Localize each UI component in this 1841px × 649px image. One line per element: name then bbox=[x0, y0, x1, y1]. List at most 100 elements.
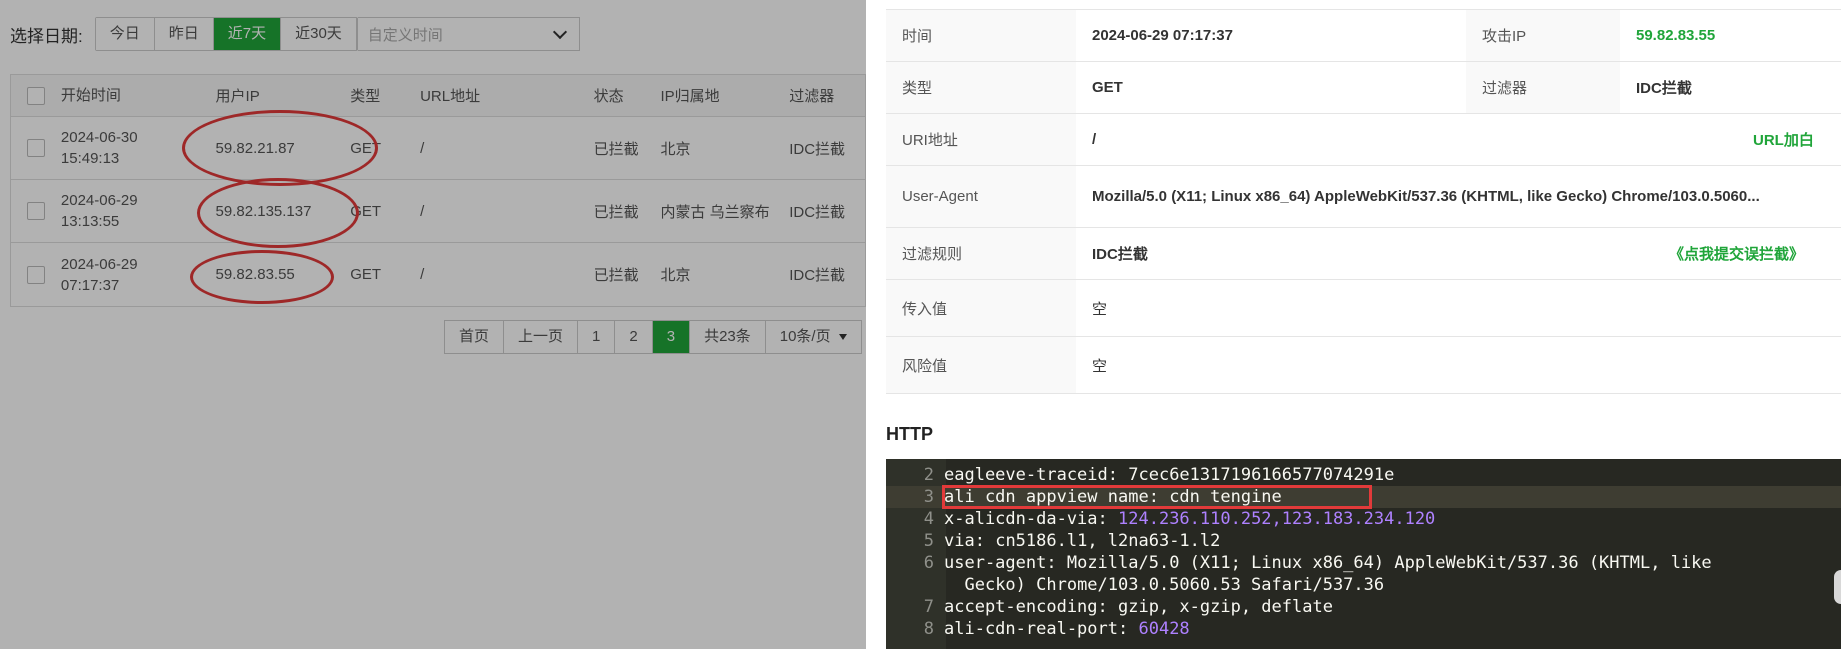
pagination: 首页 上一页 1 2 3 共23条 10条/页 bbox=[444, 320, 862, 354]
line-number: 8 bbox=[923, 619, 934, 639]
row-start-time: 2024-06-29 13:13:55 bbox=[61, 190, 216, 232]
header-status: 状态 bbox=[593, 88, 624, 105]
detail-row-type: 类型 GET 过滤器 IDC拦截 bbox=[886, 62, 1841, 114]
date-filter-bar: 选择日期: 今日 昨日 近7天 近30天 自定义时间 bbox=[10, 16, 580, 52]
code-value: 124.236.110.252,123.183.234.120 bbox=[1118, 509, 1436, 529]
url-whitelist-link[interactable]: URL加白 bbox=[1753, 129, 1814, 150]
input-value: 空 bbox=[1092, 300, 1108, 318]
row-url: / bbox=[420, 202, 425, 220]
code-line-wrap: Gecko) Chrome/103.0.5060.53 Safari/537.3… bbox=[886, 574, 1384, 596]
code-key: ali-cdn-real-port bbox=[944, 619, 1118, 639]
detail-row-risk: 风险值 空 bbox=[886, 337, 1841, 394]
row-filter: IDC拦截 bbox=[789, 140, 846, 158]
page-1-button[interactable]: 1 bbox=[578, 321, 616, 353]
detail-row-user-agent: User-Agent Mozilla/5.0 (X11; Linux x86_6… bbox=[886, 166, 1841, 228]
row-type: GET bbox=[350, 266, 382, 283]
uri-value: / bbox=[1092, 131, 1097, 148]
header-ip-region: IP归属地 bbox=[660, 88, 720, 105]
row-date: 2024-06-30 bbox=[60, 129, 138, 146]
row-status: 已拦截 bbox=[593, 203, 639, 221]
code-key: eagleeve-traceid bbox=[944, 465, 1108, 485]
filter-value: IDC拦截 bbox=[1636, 80, 1692, 97]
log-table: 开始时间 用户IP 类型 URL地址 状态 IP归属地 过滤器 2024-06-… bbox=[10, 74, 866, 307]
header-url: URL地址 bbox=[420, 88, 481, 105]
report-false-block-link[interactable]: 《点我提交误拦截》 bbox=[1669, 243, 1804, 264]
row-type: GET bbox=[350, 202, 382, 220]
total-count: 共23条 bbox=[690, 321, 766, 353]
time-value: 2024-06-29 07:17:37 bbox=[1092, 27, 1233, 44]
code-line: 8 ali-cdn-real-port: 60428 bbox=[886, 618, 1190, 640]
input-value-label: 传入值 bbox=[886, 280, 1076, 336]
row-ip-region: 内蒙古 乌兰察布 bbox=[660, 203, 770, 221]
row-ip-region: 北京 bbox=[660, 140, 691, 158]
code-line: 3 ali cdn appview name: cdn tengine bbox=[886, 486, 1841, 508]
row-checkbox[interactable] bbox=[26, 139, 45, 157]
line-number: 5 bbox=[923, 531, 934, 551]
row-filter: IDC拦截 bbox=[789, 267, 846, 284]
table-row[interactable]: 2024-06-30 15:49:13 59.82.21.87 GET / 已拦… bbox=[11, 117, 865, 180]
type-value: GET bbox=[1092, 79, 1123, 96]
attack-ip-value: 59.82.83.55 bbox=[1636, 27, 1716, 44]
per-page-value: 10条/页 bbox=[779, 328, 831, 345]
row-time: 15:49:13 bbox=[60, 150, 120, 167]
detail-row-uri: URI地址 / URL加白 bbox=[886, 114, 1841, 166]
row-ip-region: 北京 bbox=[660, 267, 691, 284]
table-row[interactable]: 2024-06-29 13:13:55 59.82.135.137 GET / … bbox=[11, 180, 865, 243]
code-key: via bbox=[944, 531, 975, 551]
first-page-button[interactable]: 首页 bbox=[445, 321, 505, 353]
code-scrollbar-thumb[interactable] bbox=[1834, 570, 1841, 604]
code-value: Gecko) Chrome/103.0.5060.53 Safari/537.3… bbox=[964, 575, 1385, 595]
row-url: / bbox=[420, 139, 425, 157]
date-7days-button[interactable]: 近7天 bbox=[213, 18, 282, 50]
row-status: 已拦截 bbox=[593, 267, 639, 284]
line-number: 6 bbox=[923, 553, 934, 573]
date-today-button[interactable]: 今日 bbox=[95, 18, 155, 50]
code-value: 60428 bbox=[1138, 619, 1190, 639]
code-line: 7 accept-encoding: gzip, x-gzip, deflate bbox=[886, 596, 1333, 618]
page-2-button[interactable]: 2 bbox=[615, 321, 653, 353]
code-key: user-agent bbox=[944, 553, 1047, 573]
custom-date-placeholder: 自定义时间 bbox=[367, 26, 443, 44]
line-number: 7 bbox=[923, 597, 934, 617]
date-yesterday-button[interactable]: 昨日 bbox=[154, 18, 214, 50]
http-code-viewer[interactable]: 2 eagleeve-traceid: 7cec6e131719616657707… bbox=[886, 459, 1841, 649]
code-line: 5 via: cn5186.l1, l2na63-1.l2 bbox=[886, 530, 1221, 552]
header-type: 类型 bbox=[350, 88, 381, 105]
table-header-row: 开始时间 用户IP 类型 URL地址 状态 IP归属地 过滤器 bbox=[11, 75, 865, 117]
row-checkbox[interactable] bbox=[26, 265, 45, 284]
attack-ip-label: 攻击IP bbox=[1466, 10, 1620, 61]
risk-value: 空 bbox=[1092, 357, 1108, 375]
line-number: 2 bbox=[923, 465, 934, 485]
row-time: 13:13:55 bbox=[60, 213, 120, 230]
row-date: 2024-06-29 bbox=[60, 192, 138, 209]
code-value: Mozilla/5.0 (X11; Linux x86_64) AppleWeb… bbox=[1066, 553, 1712, 573]
row-checkbox[interactable] bbox=[26, 202, 45, 220]
row-date: 2024-06-29 bbox=[60, 255, 138, 273]
code-value: cn5186.l1, l2na63-1.l2 bbox=[995, 531, 1221, 551]
row-status: 已拦截 bbox=[593, 140, 639, 158]
detail-row-rule: 过滤规则 IDC拦截 《点我提交误拦截》 bbox=[886, 228, 1841, 280]
row-start-time: 2024-06-30 15:49:13 bbox=[61, 127, 216, 169]
select-all-checkbox[interactable] bbox=[26, 86, 45, 105]
per-page-select[interactable]: 10条/页 bbox=[766, 321, 861, 353]
detail-row-time: 时间 2024-06-29 07:17:37 攻击IP 59.82.83.55 bbox=[886, 10, 1841, 62]
date-30days-button[interactable]: 近30天 bbox=[281, 18, 357, 50]
http-section-title: HTTP bbox=[886, 424, 933, 444]
uri-label: URI地址 bbox=[886, 114, 1076, 165]
caret-down-icon bbox=[838, 334, 847, 341]
filter-label: 过滤器 bbox=[1466, 62, 1620, 113]
custom-date-input[interactable]: 自定义时间 bbox=[357, 17, 580, 51]
risk-value-label: 风险值 bbox=[886, 337, 1076, 393]
table-row[interactable]: 2024-06-29 07:17:37 59.82.83.55 GET / 已拦… bbox=[11, 243, 865, 306]
user-agent-value: Mozilla/5.0 (X11; Linux x86_64) AppleWeb… bbox=[1092, 188, 1760, 205]
attack-log-panel: 选择日期: 今日 昨日 近7天 近30天 自定义时间 开始时间 用户IP 类型 … bbox=[0, 0, 866, 649]
header-start-time: 开始时间 bbox=[60, 87, 121, 104]
code-line: 4 x-alicdn-da-via: 124.236.110.252,123.18… bbox=[886, 508, 1436, 530]
row-time: 07:17:37 bbox=[60, 276, 120, 294]
code-line: 2 eagleeve-traceid: 7cec6e131719616657707… bbox=[886, 464, 1395, 486]
code-value: gzip, x-gzip, deflate bbox=[1118, 597, 1333, 617]
line-number: 3 bbox=[923, 487, 934, 507]
prev-page-button[interactable]: 上一页 bbox=[504, 321, 579, 353]
date-range-group: 今日 昨日 近7天 近30天 bbox=[94, 17, 358, 51]
page-3-button[interactable]: 3 bbox=[652, 321, 691, 353]
